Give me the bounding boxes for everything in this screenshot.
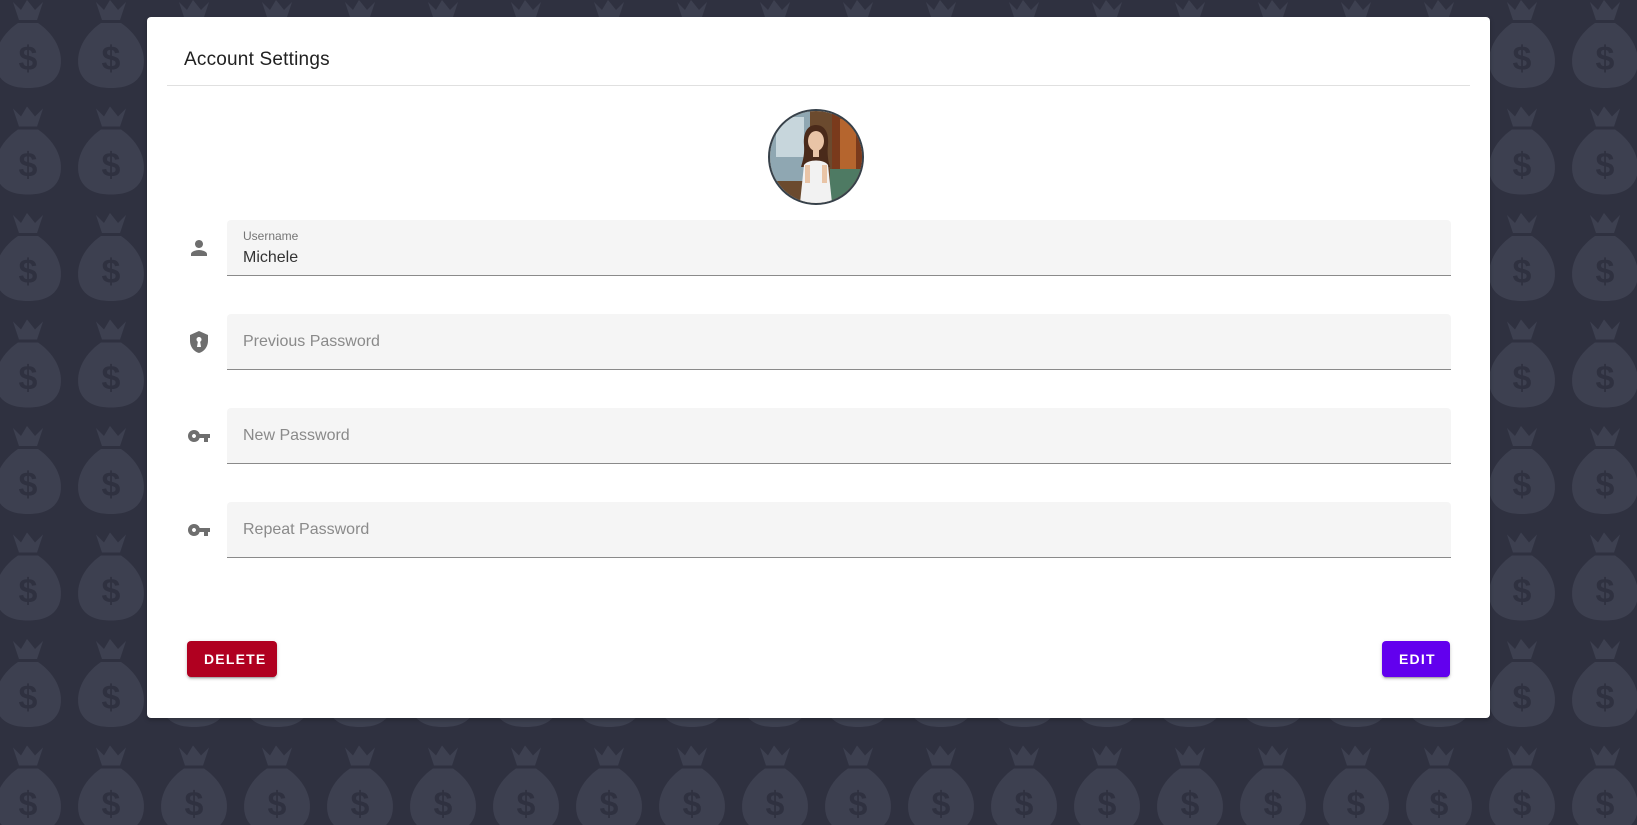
delete-button[interactable]: DELETE	[187, 641, 277, 677]
username-input[interactable]	[243, 248, 1423, 268]
username-field: Username	[227, 220, 1451, 276]
new-password-field	[227, 408, 1451, 464]
previous-password-input[interactable]	[243, 332, 1423, 352]
avatar[interactable]	[768, 109, 864, 205]
repeat-password-input[interactable]	[243, 520, 1423, 540]
new-password-input[interactable]	[243, 426, 1423, 446]
previous-password-field	[227, 314, 1451, 370]
previous-password-row	[187, 314, 1451, 370]
edit-button[interactable]: EDIT	[1382, 641, 1450, 677]
avatar-photo	[770, 111, 862, 203]
key-icon	[187, 424, 211, 448]
card-title: Account Settings	[184, 49, 330, 70]
account-settings-card: Account Settings Username Michele DELETE…	[147, 17, 1490, 718]
repeat-password-row	[187, 502, 1451, 558]
key-icon	[187, 518, 211, 542]
new-password-row	[187, 408, 1451, 464]
person-icon	[187, 236, 211, 260]
card-header: Account Settings	[167, 17, 1470, 86]
username-row: Username	[187, 220, 1451, 276]
repeat-password-field	[227, 502, 1451, 558]
username-label: Username	[243, 229, 299, 243]
shield-lock-icon	[187, 330, 211, 354]
